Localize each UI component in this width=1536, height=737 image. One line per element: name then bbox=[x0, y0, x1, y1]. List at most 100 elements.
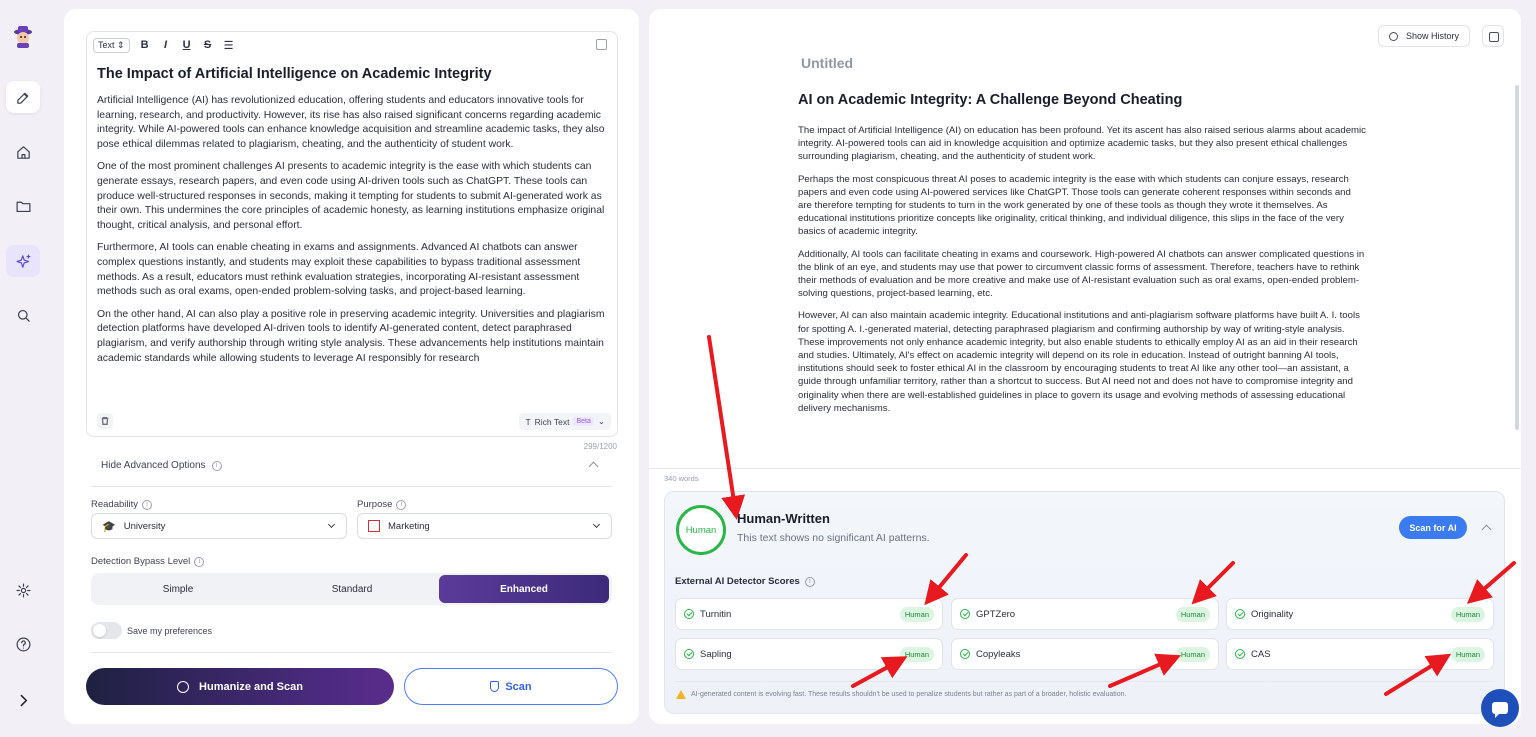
readability-value: University bbox=[123, 520, 166, 532]
word-count: 340 words bbox=[664, 474, 699, 483]
char-count: 299/1200 bbox=[583, 442, 617, 451]
chevron-down-icon bbox=[327, 520, 336, 529]
document-name[interactable]: Untitled bbox=[801, 55, 853, 71]
input-paragraph: On the other hand, AI can also play a po… bbox=[97, 308, 605, 364]
human-score-ring: Human bbox=[676, 505, 726, 555]
humanize-and-scan-button[interactable]: Humanize and Scan bbox=[86, 668, 394, 705]
divider bbox=[649, 468, 1521, 469]
detector-score-badge: Human bbox=[1175, 647, 1210, 662]
humanize-label: Humanize and Scan bbox=[199, 680, 303, 693]
show-history-button[interactable]: Show History bbox=[1378, 25, 1471, 47]
output-scrollbar[interactable] bbox=[1515, 85, 1519, 430]
output-title: AI on Academic Integrity: A Challenge Be… bbox=[798, 92, 1183, 108]
readability-select[interactable]: 🎓 University bbox=[91, 513, 347, 539]
advanced-options-label: Hide Advanced Options bbox=[101, 460, 206, 471]
sparkle-icon[interactable] bbox=[6, 245, 40, 277]
text-format-icon: T bbox=[525, 416, 531, 427]
save-preferences-toggle[interactable] bbox=[91, 622, 122, 639]
detector-score-badge: Human bbox=[899, 607, 934, 622]
bypass-level-label-text: Detection Bypass Level bbox=[91, 556, 191, 567]
chart-icon bbox=[368, 520, 380, 532]
strikethrough-button[interactable]: S bbox=[202, 39, 214, 51]
divider bbox=[91, 486, 612, 487]
show-history-label: Show History bbox=[1406, 31, 1460, 41]
detector-name: Sapling bbox=[700, 648, 732, 660]
chat-support-button[interactable] bbox=[1481, 689, 1519, 727]
bypass-level-label: Detection Bypass Level i bbox=[91, 556, 205, 567]
rich-text-label: Rich Text bbox=[534, 416, 570, 427]
output-content[interactable]: AI on Academic Integrity: A Challenge Be… bbox=[798, 92, 1366, 458]
left-rail bbox=[0, 0, 46, 737]
home-icon[interactable] bbox=[6, 136, 40, 168]
verdict-subtext: This text shows no significant AI patter… bbox=[737, 532, 930, 544]
detector-name: CAS bbox=[1251, 648, 1271, 660]
check-circle-icon bbox=[1235, 609, 1245, 619]
level-standard[interactable]: Standard bbox=[265, 573, 439, 605]
info-icon[interactable]: i bbox=[804, 576, 815, 587]
detector-name: Turnitin bbox=[700, 608, 732, 620]
check-circle-icon bbox=[1235, 649, 1245, 659]
input-paragraph: One of the most prominent challenges AI … bbox=[97, 161, 605, 231]
bullet-list-button[interactable]: ☰ bbox=[223, 39, 235, 52]
chevron-right-icon[interactable] bbox=[6, 684, 40, 716]
beta-badge: Beta bbox=[573, 417, 594, 426]
check-circle-icon bbox=[960, 649, 970, 659]
purpose-label-text: Purpose bbox=[357, 499, 393, 510]
scan-button[interactable]: Scan bbox=[404, 668, 618, 705]
readability-label: Readability i bbox=[91, 499, 152, 510]
level-enhanced[interactable]: Enhanced bbox=[439, 575, 609, 603]
info-icon[interactable]: i bbox=[142, 499, 152, 510]
graduation-cap-icon: 🎓 bbox=[102, 520, 116, 533]
help-icon[interactable] bbox=[6, 628, 40, 660]
detector-cas: CAS Human bbox=[1226, 638, 1494, 670]
chevron-down-icon bbox=[592, 520, 601, 529]
chevron-down-icon: ⌄ bbox=[597, 416, 605, 426]
purpose-value: Marketing bbox=[388, 520, 430, 532]
info-icon[interactable]: i bbox=[396, 499, 407, 510]
chat-icon bbox=[1492, 702, 1508, 718]
gear-icon[interactable] bbox=[6, 574, 40, 606]
detector-name: GPTZero bbox=[976, 608, 1016, 620]
bypass-level-selector: Simple Standard Enhanced bbox=[91, 573, 612, 605]
detector-score-badge: Human bbox=[1175, 607, 1210, 622]
output-paragraph: Perhaps the most conspicuous threat AI p… bbox=[798, 173, 1351, 238]
save-preferences-label: Save my preferences bbox=[127, 626, 213, 636]
editor-content[interactable]: The Impact of Artificial Intelligence on… bbox=[97, 66, 605, 410]
search-icon[interactable] bbox=[6, 299, 40, 331]
purpose-select[interactable]: Marketing bbox=[357, 513, 612, 539]
scan-label: Scan bbox=[505, 680, 532, 693]
disclaimer-text: AI-generated content is evolving fast. T… bbox=[691, 691, 1127, 698]
info-icon[interactable]: i bbox=[211, 460, 222, 471]
text-editor[interactable]: Text ⇕ B I U S ☰ The Impact of Artificia… bbox=[86, 31, 618, 437]
italic-button[interactable]: I bbox=[160, 39, 172, 51]
shield-icon bbox=[490, 681, 500, 692]
sparkle-circle-icon bbox=[177, 680, 190, 693]
editor-toolbar: Text ⇕ B I U S ☰ bbox=[87, 32, 617, 58]
edit-icon[interactable] bbox=[6, 81, 40, 113]
format-select[interactable]: Text ⇕ bbox=[93, 37, 130, 53]
input-paragraph: Artificial Intelligence (AI) has revolut… bbox=[97, 95, 605, 150]
rich-text-toggle[interactable]: T Rich Text Beta ⌄ bbox=[519, 413, 611, 430]
advanced-options-toggle[interactable]: Hide Advanced Options i bbox=[101, 460, 222, 471]
copy-icon[interactable] bbox=[596, 39, 607, 50]
divider bbox=[675, 681, 1494, 682]
detector-name: Copyleaks bbox=[976, 648, 1021, 660]
bold-button[interactable]: B bbox=[139, 39, 151, 51]
external-detectors-label-text: External AI Detector Scores bbox=[675, 576, 800, 587]
scan-for-ai-button[interactable]: Scan for AI bbox=[1399, 516, 1467, 539]
check-circle-icon bbox=[960, 609, 970, 619]
trash-icon[interactable] bbox=[97, 413, 113, 429]
detector-score-badge: Human bbox=[1450, 647, 1485, 662]
disclaimer: AI-generated content is evolving fast. T… bbox=[676, 690, 1126, 699]
divider bbox=[91, 652, 612, 653]
detector-copyleaks: Copyleaks Human bbox=[951, 638, 1219, 670]
output-paragraph: However, AI can also maintain academic i… bbox=[798, 310, 1360, 414]
underline-button[interactable]: U bbox=[181, 39, 193, 51]
folder-icon[interactable] bbox=[6, 190, 40, 222]
info-icon[interactable]: i bbox=[194, 556, 205, 567]
purpose-label: Purpose i bbox=[357, 499, 407, 510]
logo-icon[interactable] bbox=[6, 20, 40, 52]
check-circle-icon bbox=[684, 609, 694, 619]
copy-output-icon[interactable] bbox=[1482, 25, 1504, 47]
level-simple[interactable]: Simple bbox=[91, 573, 265, 605]
